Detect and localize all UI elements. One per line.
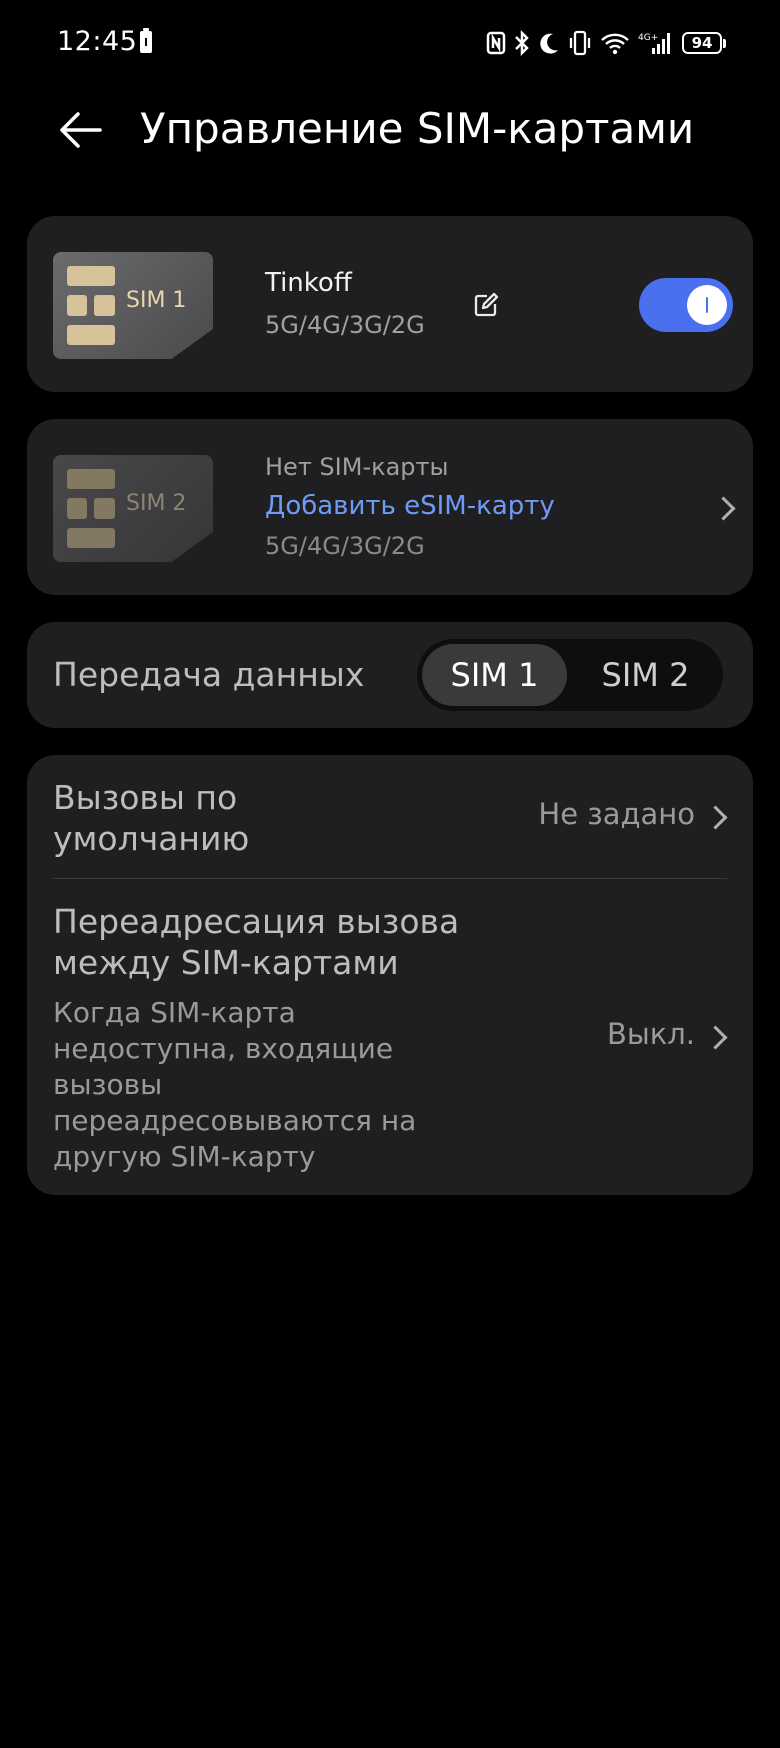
sim1-badge: SIM 1 [126, 288, 187, 313]
sim2-card[interactable]: SIM 2 Нет SIM-карты Добавить eSIM-карту … [27, 419, 753, 595]
status-icons: 4G+ 94 [486, 26, 726, 60]
calls-card: Вызовы по умолчанию Не задано Переадреса… [27, 755, 753, 1195]
page-title: Управление SIM-картами [140, 104, 695, 153]
nfc-icon [486, 31, 506, 55]
chevron-right-icon [703, 805, 728, 830]
signal-4g-icon: 4G+ [638, 33, 670, 54]
back-arrow-icon [60, 112, 102, 148]
chevron-right-icon [711, 496, 736, 521]
default-calls-value: Не задано [538, 797, 695, 831]
default-calls-label: Вызовы по умолчанию [53, 778, 250, 858]
vibrate-icon [569, 30, 591, 56]
sim1-card: SIM 1 Tinkoff 5G/4G/3G/2G [27, 216, 753, 392]
sim2-card-icon: SIM 2 [53, 455, 213, 562]
data-transfer-card: Передача данных SIM 1 SIM 2 [27, 622, 753, 728]
edit-icon[interactable] [473, 292, 499, 318]
battery-saver-icon [140, 28, 152, 53]
sim1-networks: 5G/4G/3G/2G [265, 311, 425, 339]
data-sim2-option[interactable]: SIM 2 [573, 644, 718, 706]
sim2-networks: 5G/4G/3G/2G [265, 532, 425, 560]
status-bar: 12:45 4G+ 94 [0, 0, 780, 88]
data-sim1-option[interactable]: SIM 1 [422, 644, 567, 706]
call-forwarding-value: Выкл. [606, 1017, 695, 1051]
battery-icon: 94 [682, 32, 722, 54]
chevron-right-icon [703, 1025, 728, 1050]
status-time: 12:45 [57, 26, 138, 57]
toggle-knob [687, 285, 727, 325]
sim1-card-icon: SIM 1 [53, 252, 213, 359]
back-button[interactable] [56, 106, 104, 154]
wifi-icon [601, 33, 629, 55]
sim2-status: Нет SIM-карты [265, 453, 449, 481]
bluetooth-icon [515, 30, 529, 56]
call-forwarding-label: Переадресация вызова между SIM-картами [53, 902, 460, 982]
battery-percent: 94 [691, 34, 713, 52]
sim1-name: Tinkoff [265, 268, 352, 298]
add-esim-link[interactable]: Добавить eSIM-карту [265, 491, 555, 521]
call-forwarding-description: Когда SIM-карта недоступна, входящие выз… [53, 996, 417, 1173]
moon-icon [540, 33, 558, 54]
sim2-badge: SIM 2 [126, 491, 187, 516]
sim1-toggle[interactable] [639, 278, 733, 332]
battery-cap [723, 38, 726, 48]
network-type-label: 4G+ [638, 33, 658, 43]
header: Управление SIM-картами [0, 96, 780, 166]
divider [53, 878, 727, 879]
data-transfer-label: Передача данных [53, 655, 365, 694]
data-sim-selector: SIM 1 SIM 2 [417, 639, 723, 711]
